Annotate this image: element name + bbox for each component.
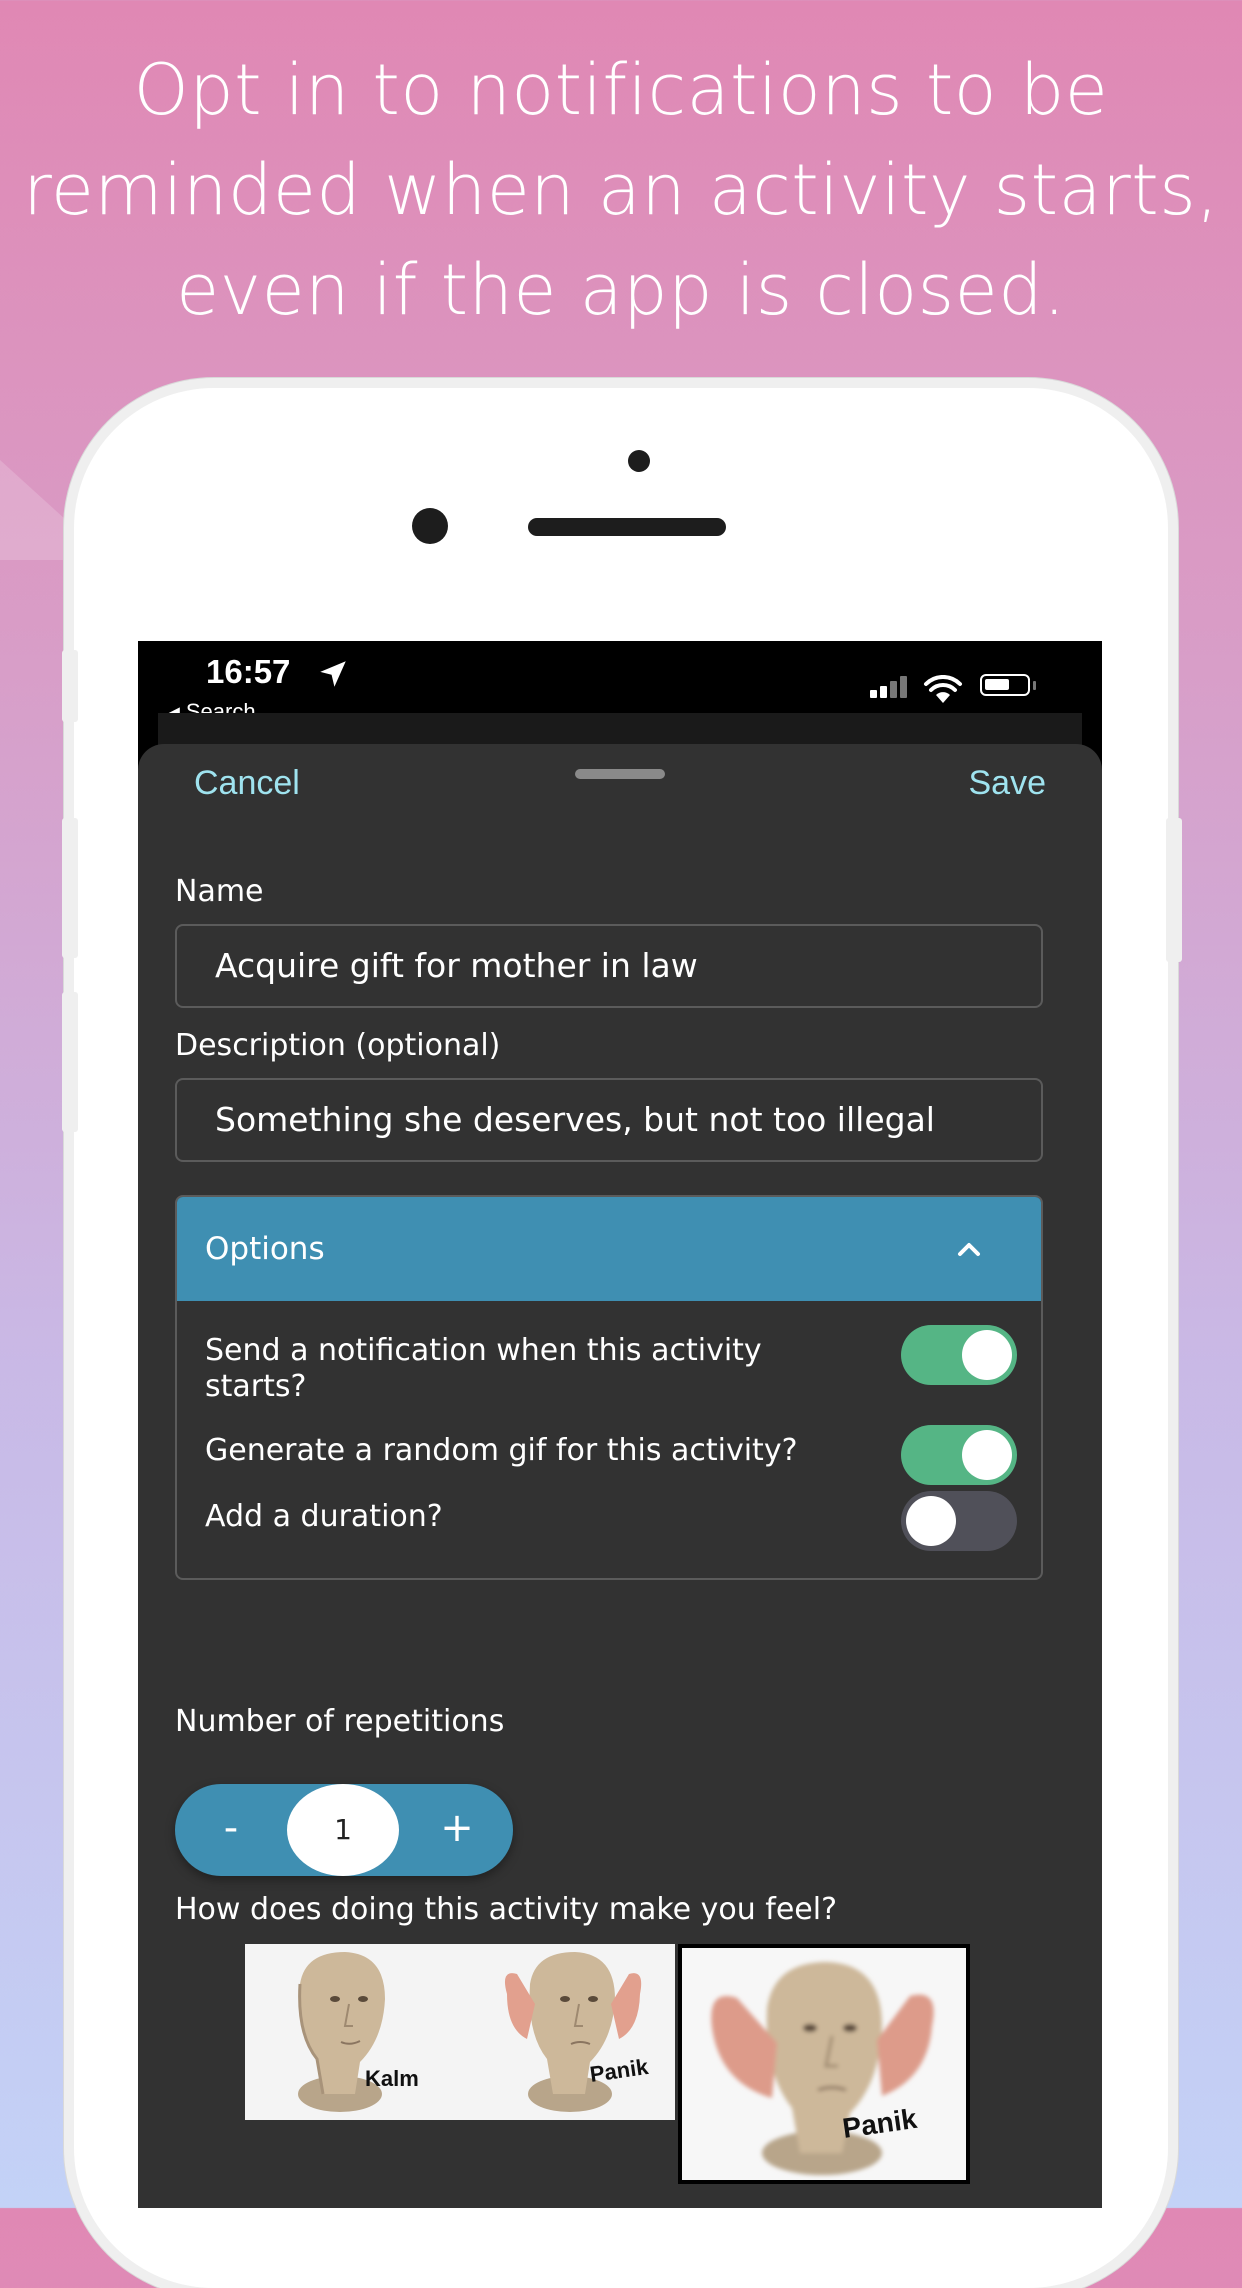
repetitions-value: 1: [287, 1784, 399, 1876]
edit-activity-sheet: Cancel Save Name Acquire gift for mother…: [138, 744, 1102, 2208]
option-notification-label-line-2: starts?: [205, 1369, 307, 1404]
promo-headline: Opt in to notifications to be reminded w…: [0, 40, 1242, 340]
sheet-grabber[interactable]: [575, 769, 665, 779]
phone-side-button: [62, 650, 78, 722]
promo-headline-line-1: Opt in to notifications to be: [133, 49, 1109, 131]
option-notification-label: Send a notification when this activity s…: [205, 1333, 845, 1405]
increment-button[interactable]: +: [417, 1784, 497, 1876]
promo-headline-line-3: even if the app is closed.: [176, 249, 1066, 331]
toggle-knob: [962, 1430, 1012, 1480]
meme-options-image: Kalm Panik: [298, 1952, 651, 2112]
wifi-icon: [924, 675, 962, 703]
phone-volume-down: [62, 992, 78, 1132]
meme-selected-image: Panik: [711, 1962, 934, 2175]
app-screen: 16:57 ◀Search Cancel Save Name Acquire g…: [138, 641, 1102, 2208]
feeling-question: How does doing this activity make you fe…: [175, 1892, 838, 1927]
location-arrow-icon: [320, 661, 346, 687]
toggle-knob: [906, 1496, 956, 1546]
random-gif-toggle[interactable]: [901, 1425, 1017, 1485]
meme-kalm-caption: Kalm: [365, 2066, 419, 2091]
toggle-knob: [962, 1330, 1012, 1380]
front-camera: [628, 450, 650, 472]
name-label: Name: [175, 874, 264, 909]
earpiece-speaker: [528, 518, 726, 536]
option-duration-label: Add a duration?: [205, 1499, 443, 1534]
chevron-up-icon: [958, 1243, 980, 1256]
option-gif-label: Generate a random gif for this activity?: [205, 1433, 798, 1468]
promo-headline-line-2: reminded when an activity starts,: [23, 149, 1219, 231]
battery-tip: [1033, 681, 1036, 690]
duration-toggle[interactable]: [901, 1491, 1017, 1551]
meme-options-strip: Kalm Panik: [245, 1944, 675, 2120]
meme-panik-caption: Panik: [588, 2054, 650, 2087]
repetitions-label: Number of repetitions: [175, 1704, 505, 1739]
meme-selected-option[interactable]: Panik: [678, 1944, 970, 2184]
options-panel: Options Send a notification when this ac…: [175, 1195, 1043, 1580]
battery-icon: [980, 674, 1030, 696]
cancel-button[interactable]: Cancel: [194, 764, 300, 803]
phone-power-button: [1166, 818, 1182, 962]
option-notification-label-line-1: Send a notification when this activity: [205, 1333, 762, 1368]
options-title: Options: [205, 1231, 325, 1267]
options-header[interactable]: Options: [177, 1197, 1041, 1301]
meme-panik-option[interactable]: Panik: [504, 1952, 651, 2112]
proximity-sensor: [412, 508, 448, 544]
name-input[interactable]: Acquire gift for mother in law: [175, 924, 1043, 1008]
phone-volume-up: [62, 818, 78, 958]
notification-toggle[interactable]: [901, 1325, 1017, 1385]
description-label: Description (optional): [175, 1028, 501, 1063]
description-input[interactable]: Something she deserves, but not too ille…: [175, 1078, 1043, 1162]
save-button[interactable]: Save: [969, 764, 1047, 803]
meme-kalm-option[interactable]: Kalm: [298, 1952, 419, 2112]
decrement-button[interactable]: -: [191, 1784, 271, 1876]
repetitions-stepper: - 1 +: [175, 1784, 513, 1876]
status-time: 16:57: [206, 653, 291, 690]
